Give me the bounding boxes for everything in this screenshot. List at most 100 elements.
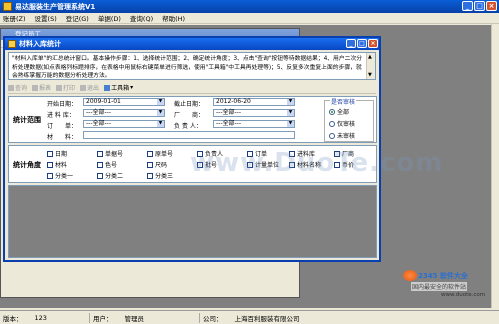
radio-selected-icon bbox=[329, 108, 335, 115]
maximize-button[interactable]: □ bbox=[474, 1, 485, 11]
checkbox-icon bbox=[147, 172, 153, 179]
angle-checkbox-size[interactable]: 尺码 bbox=[147, 160, 167, 169]
logo-text: 2345 软件大全 bbox=[418, 271, 468, 281]
audit-unapproved-label: 未审核 bbox=[337, 133, 356, 140]
app-icon bbox=[3, 2, 12, 11]
dialog-toolbar: 查询 报表 打印 退出 工具箱 ▾ bbox=[8, 82, 376, 94]
instructions-box: "材料入库单"的汇总统计窗口。基本操作步骤：1、选择统计范围；2、确定统计角度；… bbox=[8, 52, 376, 80]
status-version: 版本： 123 bbox=[0, 312, 90, 323]
checkbox-icon bbox=[47, 150, 53, 157]
menu-query[interactable]: 查询(Q) bbox=[130, 13, 153, 23]
exit-button[interactable]: 退出 bbox=[80, 83, 99, 92]
radio-icon bbox=[329, 132, 335, 139]
query-label: 查询 bbox=[15, 85, 28, 92]
logo-subtitle: 软件大全 bbox=[439, 272, 468, 280]
angle-category2-label: 分类二 bbox=[105, 173, 124, 180]
menu-accounts[interactable]: 账册(Z) bbox=[3, 13, 26, 23]
audit-approved-label: 仅审核 bbox=[337, 121, 356, 128]
report-button[interactable]: 报表 bbox=[32, 83, 51, 92]
status-user: 用户： 管理员 bbox=[90, 312, 200, 323]
exit-label: 退出 bbox=[87, 85, 100, 92]
end-date-picker[interactable]: 2012-06-20 bbox=[213, 98, 295, 106]
factory-select[interactable]: ---全部--- bbox=[213, 109, 295, 117]
close-button[interactable]: × bbox=[486, 1, 497, 11]
logo-icon bbox=[403, 270, 417, 281]
order-select[interactable]: ---全部--- bbox=[83, 120, 165, 128]
report-label: 报表 bbox=[39, 85, 52, 92]
material-input[interactable] bbox=[83, 131, 295, 139]
angle-color-label: 色号 bbox=[105, 162, 118, 169]
status-version-value: 123 bbox=[34, 313, 47, 322]
logo-url: www.duote.com bbox=[441, 292, 486, 298]
angle-checkbox-date[interactable]: 日期 bbox=[47, 149, 67, 158]
results-grid[interactable] bbox=[8, 185, 377, 258]
angle-checkbox-material[interactable]: 材料 bbox=[47, 160, 67, 169]
status-user-value: 管理员 bbox=[124, 314, 145, 323]
end-date-value: 2012-06-20 bbox=[216, 98, 251, 105]
dialog-close-button[interactable]: × bbox=[368, 39, 378, 48]
person-select[interactable]: ---全部--- bbox=[213, 120, 295, 128]
angle-category1-label: 分类一 bbox=[55, 173, 74, 180]
watermark: www.DuoTe.com bbox=[190, 148, 444, 178]
toolbox-label: 工具箱 bbox=[111, 85, 130, 92]
instructions-scrollbar[interactable] bbox=[366, 53, 375, 79]
factory-value: ---全部--- bbox=[216, 109, 241, 116]
angle-checkbox-orig-no[interactable]: 原单号 bbox=[147, 149, 173, 158]
angle-checkbox-doc-no[interactable]: 单据号 bbox=[97, 149, 123, 158]
query-button[interactable]: 查询 bbox=[8, 83, 27, 92]
menu-register[interactable]: 登记(G) bbox=[66, 13, 89, 23]
factory-label: 厂 商： bbox=[174, 112, 205, 119]
warehouse-select[interactable]: ---全部--- bbox=[83, 109, 165, 117]
minimize-button[interactable]: _ bbox=[462, 1, 473, 11]
checkbox-icon bbox=[97, 161, 103, 168]
angle-size-label: 尺码 bbox=[155, 162, 168, 169]
main-vertical-scrollbar[interactable] bbox=[491, 24, 499, 308]
toolbox-button[interactable]: 工具箱 ▾ bbox=[104, 83, 133, 92]
main-titlebar: 易达服装生产管理系统V1 _ □ × bbox=[0, 0, 499, 13]
checkbox-icon bbox=[47, 172, 53, 179]
start-date-picker[interactable]: 2009-01-01 bbox=[83, 98, 165, 106]
person-label: 负 责 人： bbox=[174, 123, 202, 130]
angle-checkbox-category1[interactable]: 分类一 bbox=[47, 171, 73, 180]
angle-checkbox-color[interactable]: 色号 bbox=[97, 160, 117, 169]
audit-all-label: 全部 bbox=[337, 109, 350, 116]
menu-documents[interactable]: 单据(D) bbox=[98, 13, 121, 23]
dialog-window-controls: _ □ × bbox=[346, 39, 378, 48]
angle-material-label: 材料 bbox=[55, 162, 68, 169]
print-label: 打印 bbox=[63, 85, 76, 92]
audit-radio-all[interactable]: 全部 bbox=[329, 107, 349, 116]
checkbox-icon bbox=[147, 150, 153, 157]
menu-help[interactable]: 帮助(H) bbox=[162, 13, 185, 23]
toolbox-dropdown-icon: ▾ bbox=[130, 84, 134, 91]
menu-settings[interactable]: 设置(S) bbox=[35, 13, 57, 23]
menubar: 账册(Z) 设置(S) 登记(G) 单据(D) 查询(Q) 帮助(H) bbox=[0, 13, 499, 24]
status-company: 公司： 上海百利服装有限公司 bbox=[200, 313, 495, 323]
material-label: 材 料： bbox=[47, 134, 78, 141]
dialog-icon bbox=[8, 40, 16, 48]
status-company-label: 公司： bbox=[203, 314, 223, 323]
instructions-text: "材料入库单"的汇总统计窗口。基本操作步骤：1、选择统计范围；2、确定统计角度；… bbox=[12, 56, 363, 79]
angle-checkbox-category3[interactable]: 分类三 bbox=[147, 171, 173, 180]
start-date-value: 2009-01-01 bbox=[86, 98, 121, 105]
print-button[interactable]: 打印 bbox=[56, 83, 75, 92]
audit-radio-unapproved[interactable]: 未审核 bbox=[329, 131, 355, 140]
status-user-label: 用户： bbox=[93, 314, 113, 323]
range-section: 统计范围 开始日期： 2009-01-01 截止日期： 2012-06-20 进… bbox=[8, 96, 377, 143]
angle-date-label: 日期 bbox=[55, 151, 68, 158]
dialog-maximize-button[interactable]: □ bbox=[357, 39, 367, 48]
checkbox-icon bbox=[147, 161, 153, 168]
window-controls: _ □ × bbox=[462, 1, 497, 11]
person-value: ---全部--- bbox=[216, 120, 241, 127]
end-date-label: 截止日期： bbox=[174, 101, 205, 108]
statusbar: 版本： 123 用户： 管理员 公司： 上海百利服装有限公司 bbox=[0, 310, 499, 324]
audit-radio-approved[interactable]: 仅审核 bbox=[329, 119, 355, 128]
checkbox-icon bbox=[97, 172, 103, 179]
angle-doc-no-label: 单据号 bbox=[105, 151, 124, 158]
warehouse-value: ---全部--- bbox=[86, 109, 111, 116]
dialog-titlebar: 材料入库统计 _ □ × bbox=[5, 38, 379, 50]
logo-tagline: 国内最安全的软件站 bbox=[411, 282, 468, 291]
angle-checkbox-category2[interactable]: 分类二 bbox=[97, 171, 123, 180]
dialog-minimize-button[interactable]: _ bbox=[346, 39, 356, 48]
warehouse-label: 进 料 库： bbox=[47, 112, 75, 119]
exit-icon bbox=[80, 84, 87, 91]
